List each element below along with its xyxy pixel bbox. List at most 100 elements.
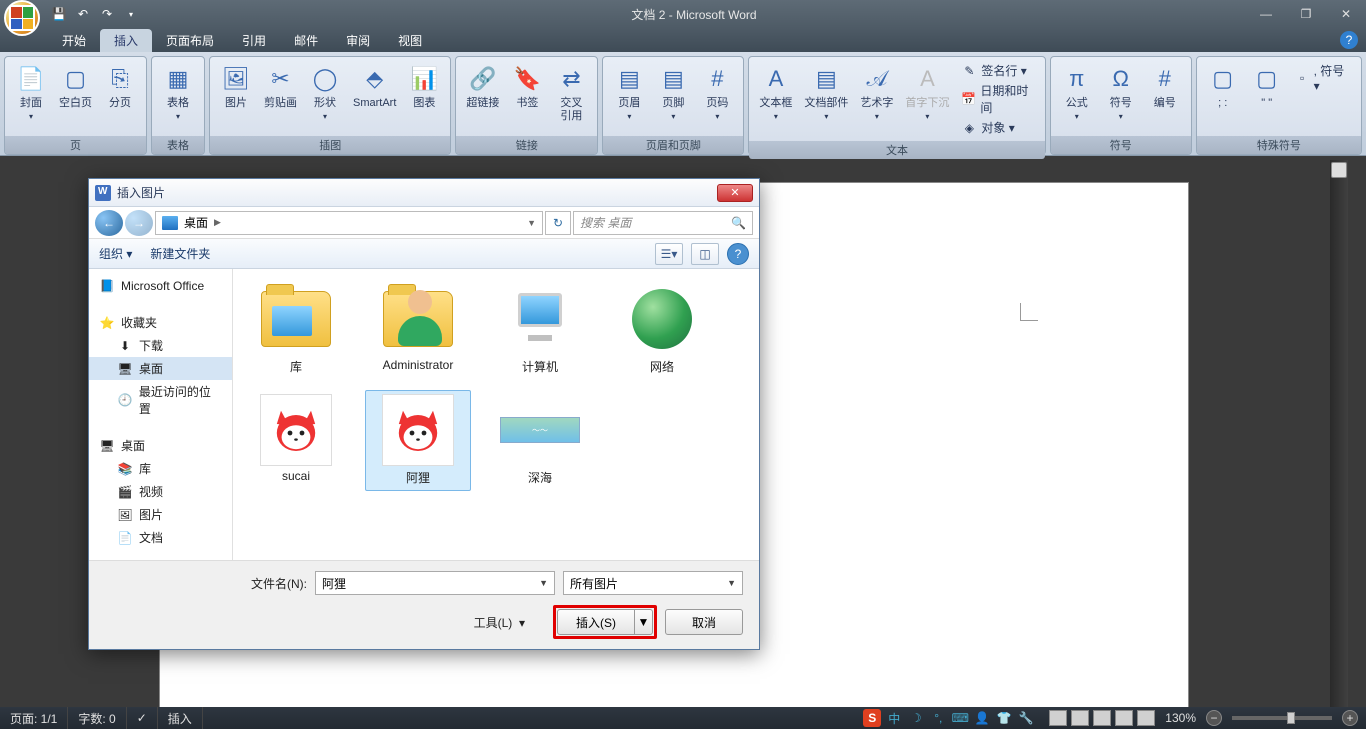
- ribbon-剪贴画[interactable]: ✂剪贴画: [260, 61, 301, 112]
- search-input[interactable]: 搜索 桌面 🔍: [573, 211, 753, 235]
- help-icon[interactable]: ?: [1340, 31, 1358, 49]
- dialog-help-icon[interactable]: ?: [727, 243, 749, 265]
- ime-punct-icon[interactable]: °,: [929, 709, 947, 727]
- file-item-库[interactable]: 库: [243, 279, 349, 380]
- status-spellcheck-icon[interactable]: ✓: [127, 707, 158, 729]
- sidebar-item-视频[interactable]: 🎬视频: [89, 480, 232, 503]
- file-item-计算机[interactable]: 计算机: [487, 279, 593, 380]
- sidebar-item-下载[interactable]: ⬇下载: [89, 334, 232, 357]
- ribbon-分页[interactable]: ⎘分页: [100, 61, 140, 112]
- ime-user-icon[interactable]: 👤: [973, 709, 991, 727]
- ribbon-超链接[interactable]: 🔗超链接: [462, 61, 503, 112]
- chevron-right-icon[interactable]: ▶: [214, 217, 221, 228]
- ribbon-small-, 符号[interactable]: ▫, 符号 ▾: [1291, 61, 1355, 94]
- ime-keyboard-icon[interactable]: ⌨: [951, 709, 969, 727]
- ribbon-small-对象[interactable]: ◈对象 ▾: [957, 118, 1038, 137]
- breadcrumb[interactable]: 桌面 ▶ ▼: [155, 211, 543, 235]
- view-options-button[interactable]: ☰▾: [655, 243, 683, 265]
- cancel-button[interactable]: 取消: [665, 609, 743, 635]
- sidebar-item-收藏夹[interactable]: ⭐收藏夹: [89, 311, 232, 334]
- file-item-阿狸[interactable]: 阿狸: [365, 390, 471, 491]
- file-filter-select[interactable]: 所有图片 ▼: [563, 571, 743, 595]
- dialog-close-button[interactable]: ✕: [717, 184, 753, 202]
- view-draft[interactable]: [1137, 710, 1155, 726]
- tab-view[interactable]: 视图: [384, 29, 436, 52]
- ime-cn-icon[interactable]: 中: [885, 709, 903, 727]
- ribbon-空白页[interactable]: ▢空白页: [55, 61, 96, 112]
- status-words[interactable]: 字数: 0: [68, 707, 126, 729]
- ime-wrench-icon[interactable]: 🔧: [1017, 709, 1035, 727]
- ribbon-书签[interactable]: 🔖书签: [507, 61, 547, 112]
- ribbon-页码[interactable]: #页码▾: [697, 61, 737, 123]
- sidebar-item-文档[interactable]: 📄文档: [89, 526, 232, 549]
- sidebar-item-桌面[interactable]: 🖥桌面: [89, 357, 232, 380]
- ribbon-图表[interactable]: 📊图表: [404, 61, 444, 112]
- preview-pane-button[interactable]: ◫: [691, 243, 719, 265]
- ribbon-艺术字[interactable]: 𝒜艺术字▾: [856, 61, 897, 123]
- status-page[interactable]: 页面: 1/1: [0, 707, 68, 729]
- nav-back-button[interactable]: ←: [95, 210, 123, 236]
- sidebar-item-桌面[interactable]: 🖥桌面: [89, 434, 232, 457]
- insert-dropdown-button[interactable]: ▼: [635, 609, 653, 635]
- ribbon-符号[interactable]: Ω符号▾: [1101, 61, 1141, 123]
- new-folder-button[interactable]: 新建文件夹: [150, 245, 210, 262]
- office-button[interactable]: [4, 0, 40, 36]
- ribbon-small-签名行[interactable]: ✎签名行 ▾: [957, 61, 1038, 80]
- ime-s-icon[interactable]: S: [863, 709, 881, 727]
- ribbon-SmartArt[interactable]: ⬘SmartArt: [349, 61, 400, 112]
- organize-menu[interactable]: 组织 ▾: [99, 245, 132, 262]
- chevron-down-icon[interactable]: ▼: [527, 218, 536, 228]
- zoom-in-button[interactable]: +: [1342, 710, 1358, 726]
- ribbon-编号[interactable]: #编号: [1145, 61, 1185, 112]
- save-icon[interactable]: 💾: [48, 3, 70, 25]
- maximize-button[interactable]: ❐: [1286, 4, 1326, 24]
- ribbon-封面[interactable]: 📄封面▾: [11, 61, 51, 123]
- sidebar-item-Microsoft Office[interactable]: 📘Microsoft Office: [89, 275, 232, 297]
- vertical-scrollbar[interactable]: [1330, 160, 1348, 707]
- ribbon-首字下沉[interactable]: A首字下沉▾: [901, 61, 953, 123]
- zoom-slider[interactable]: [1232, 716, 1332, 720]
- refresh-button[interactable]: ↻: [545, 211, 571, 235]
- view-web-layout[interactable]: [1093, 710, 1111, 726]
- file-item-深海[interactable]: ～～深海: [487, 390, 593, 491]
- ribbon-形状[interactable]: ◯形状▾: [305, 61, 345, 123]
- zoom-value[interactable]: 130%: [1165, 711, 1196, 725]
- sidebar-item-最近访问的位置[interactable]: 🕘最近访问的位置: [89, 380, 232, 420]
- tab-home[interactable]: 开始: [48, 29, 100, 52]
- ribbon-图片[interactable]: 🖼图片: [216, 61, 256, 112]
- ribbon-small-日期和时间[interactable]: 📅日期和时间: [957, 81, 1038, 117]
- zoom-out-button[interactable]: −: [1206, 710, 1222, 726]
- tools-menu[interactable]: 工具(L) ▾: [474, 614, 525, 631]
- qat-customize-icon[interactable]: ▾: [120, 3, 142, 25]
- tab-review[interactable]: 审阅: [332, 29, 384, 52]
- sidebar-item-图片[interactable]: 🖼图片: [89, 503, 232, 526]
- tab-insert[interactable]: 插入: [100, 29, 152, 52]
- ribbon-表格[interactable]: ▦表格▾: [158, 61, 198, 123]
- redo-icon[interactable]: ↷: [96, 3, 118, 25]
- ribbon-" "[interactable]: ▢" ": [1247, 61, 1287, 112]
- file-item-sucai[interactable]: sucai: [243, 390, 349, 491]
- zoom-thumb[interactable]: [1287, 712, 1295, 724]
- nav-forward-button[interactable]: →: [125, 210, 153, 236]
- ribbon-页脚[interactable]: ▤页脚▾: [653, 61, 693, 123]
- insert-button[interactable]: 插入(S): [557, 609, 635, 635]
- ribbon-文本框[interactable]: A文本框▾: [755, 61, 796, 123]
- status-mode[interactable]: 插入: [158, 707, 203, 729]
- tab-references[interactable]: 引用: [228, 29, 280, 52]
- minimize-button[interactable]: —: [1246, 4, 1286, 24]
- ribbon-交叉引用[interactable]: ⇄交叉 引用: [551, 61, 591, 125]
- file-item-网络[interactable]: 网络: [609, 279, 715, 380]
- ime-shirt-icon[interactable]: 👕: [995, 709, 1013, 727]
- close-window-button[interactable]: ✕: [1326, 4, 1366, 24]
- undo-icon[interactable]: ↶: [72, 3, 94, 25]
- view-print-layout[interactable]: [1049, 710, 1067, 726]
- chevron-down-icon[interactable]: ▼: [539, 578, 548, 588]
- view-full-screen[interactable]: [1071, 710, 1089, 726]
- scroll-up-icon[interactable]: [1331, 162, 1347, 178]
- ime-moon-icon[interactable]: ☽: [907, 709, 925, 727]
- file-list[interactable]: 库Administrator计算机网络 sucai阿狸～～深海: [233, 269, 759, 560]
- file-item-Administrator[interactable]: Administrator: [365, 279, 471, 380]
- view-outline[interactable]: [1115, 710, 1133, 726]
- sidebar-item-库[interactable]: 📚库: [89, 457, 232, 480]
- ribbon-页眉[interactable]: ▤页眉▾: [609, 61, 649, 123]
